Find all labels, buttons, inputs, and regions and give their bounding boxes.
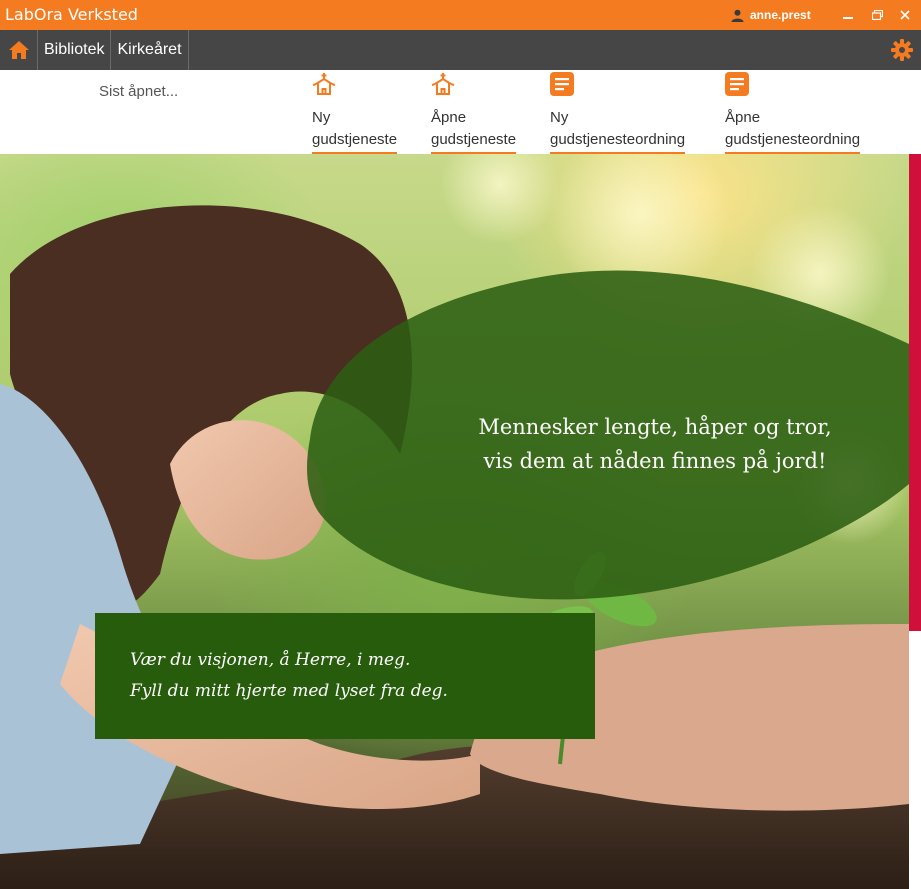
recent-dropdown[interactable]: Sist åpnet... <box>99 83 178 100</box>
user-name: anne.prest <box>750 8 811 22</box>
settings-button[interactable] <box>891 39 913 61</box>
home-button[interactable] <box>0 30 38 70</box>
tool-label-line1: Ny <box>550 109 569 126</box>
gear-icon <box>891 39 913 61</box>
hero-illustration <box>0 154 909 889</box>
new-service-order-button[interactable]: Ny gudstjenesteordning <box>550 72 686 155</box>
church-icon <box>312 73 336 95</box>
tool-label-line2: gudstjeneste <box>312 131 398 148</box>
tool-label-line2: gudstjenesteordning <box>550 131 686 148</box>
tool-label-line2: gudstjenesteordning <box>725 131 861 148</box>
hero-verse-line2: Fyll du mitt hjerte med lyset fra deg. <box>130 681 448 701</box>
hero-quote: Mennesker lengte, håper og tror, vis dem… <box>440 410 870 478</box>
toolbar: Sist åpnet... Ny gudstjeneste Åpne gudst… <box>0 70 921 155</box>
hero-quote-line2: vis dem at nåden finnes på jord! <box>483 449 827 473</box>
hero-banner: Mennesker lengte, håper og tror, vis dem… <box>0 154 909 889</box>
tool-label-line1: Åpne <box>431 109 467 126</box>
nav-item-bibliotek[interactable]: Bibliotek <box>38 30 112 70</box>
window-title: LabOra Verksted <box>5 5 138 24</box>
home-icon <box>8 41 29 59</box>
title-bar: LabOra Verksted anne.prest <box>0 0 921 30</box>
restore-icon <box>871 10 883 20</box>
close-icon <box>900 10 910 20</box>
hero-verse: Vær du visjonen, å Herre, i meg. Fyll du… <box>130 645 448 707</box>
tool-label-line1: Ny <box>312 109 331 126</box>
document-icon <box>550 72 574 96</box>
minimize-icon <box>843 17 853 19</box>
hero-quote-line1: Mennesker lengte, håper og tror, <box>478 415 832 439</box>
close-button[interactable] <box>894 5 916 25</box>
tool-label-line1: Åpne <box>725 109 761 126</box>
open-service-order-button[interactable]: Åpne gudstjenesteordning <box>725 72 861 155</box>
open-service-button[interactable]: Åpne gudstjeneste <box>431 72 517 155</box>
document-icon <box>725 72 749 96</box>
minimize-button[interactable] <box>837 5 859 25</box>
scrollbar-thumb[interactable] <box>909 154 921 631</box>
vertical-scrollbar[interactable] <box>909 154 921 889</box>
nav-item-kirkearet[interactable]: Kirkeåret <box>111 30 189 70</box>
new-service-button[interactable]: Ny gudstjeneste <box>312 72 398 155</box>
church-icon <box>431 73 455 95</box>
user-account[interactable]: anne.prest <box>731 8 811 22</box>
tool-label-line2: gudstjeneste <box>431 131 517 148</box>
maximize-button[interactable] <box>866 5 888 25</box>
user-icon <box>731 9 744 22</box>
nav-bar: Bibliotek Kirkeåret <box>0 30 921 70</box>
hero-verse-line1: Vær du visjonen, å Herre, i meg. <box>130 650 411 670</box>
